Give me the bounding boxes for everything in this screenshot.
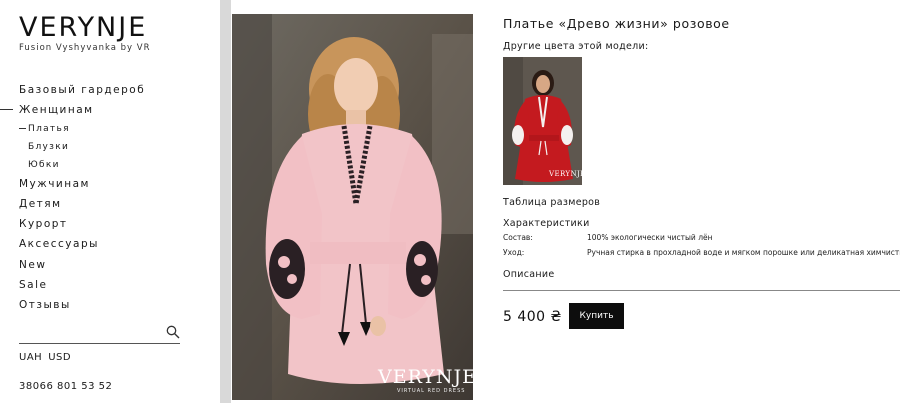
- characteristic-key: Уход:: [503, 248, 525, 257]
- nav-item-reviews[interactable]: Отзывы: [19, 299, 71, 311]
- other-colors-label: Другие цвета этой модели:: [503, 41, 649, 52]
- photo-brand-subtitle: VIRTUAL RED DRESS: [397, 388, 466, 394]
- sidebar: VERYNJE Fusion Vyshyvanka by VR Базовый …: [0, 0, 220, 403]
- phone-number[interactable]: 38066 801 53 52: [19, 381, 112, 392]
- nav-item-blouses[interactable]: Блузки: [28, 142, 69, 152]
- description-toggle[interactable]: Описание: [503, 269, 555, 280]
- product-title: Платье «Древо жизни» розовое: [503, 16, 730, 31]
- product-photo-illustration: [232, 14, 473, 400]
- characteristic-key: Состав:: [503, 233, 533, 242]
- nav-item-dresses[interactable]: Платья: [19, 124, 70, 134]
- nav-item-sale[interactable]: Sale: [19, 279, 47, 291]
- thumbnail-illustration: [503, 57, 582, 185]
- currency-uah[interactable]: UAH: [19, 352, 42, 363]
- currency-switcher: UAH USD: [19, 352, 77, 363]
- characteristics-title: Характеристики: [503, 218, 590, 229]
- brand-tagline: Fusion Vyshyvanka by VR: [19, 43, 151, 53]
- nav-item-resort[interactable]: Курорт: [19, 218, 68, 230]
- size-table-link[interactable]: Таблица размеров: [503, 197, 600, 208]
- search-icon[interactable]: [166, 325, 180, 339]
- characteristic-value: 100% экологически чистый лён: [587, 233, 713, 242]
- active-marker: [0, 109, 13, 110]
- nav-item-kids[interactable]: Детям: [19, 198, 62, 210]
- product-price: 5 400 ₴: [503, 309, 562, 325]
- sub-active-marker: [19, 128, 26, 129]
- buy-button[interactable]: Купить: [569, 303, 624, 329]
- thumbnail-brand-watermark: VERYNJE: [549, 170, 582, 178]
- photo-brand-watermark: VERYNJE: [378, 366, 473, 388]
- search-box: [19, 322, 180, 344]
- nav-item-dresses-label: Платья: [28, 124, 70, 134]
- nav-item-accessories[interactable]: Аксессуары: [19, 238, 99, 250]
- nav-item-skirts[interactable]: Юбки: [28, 160, 60, 170]
- nav-item-women[interactable]: Женщинам: [19, 104, 94, 116]
- characteristic-value: Ручная стирка в прохладной воде и мягком…: [587, 248, 900, 257]
- brand-logo[interactable]: VERYNJE: [19, 12, 147, 43]
- search-input[interactable]: [19, 322, 159, 342]
- nav-item-new[interactable]: New: [19, 259, 46, 271]
- description-divider: [503, 290, 900, 291]
- nav-item-men[interactable]: Мужчинам: [19, 178, 90, 190]
- color-variant-thumbnail-red[interactable]: VERYNJE: [503, 57, 582, 185]
- nav-item-basic-wardrobe[interactable]: Базовый гардероб: [19, 84, 145, 96]
- currency-usd[interactable]: USD: [48, 352, 71, 363]
- sidebar-divider: [220, 0, 231, 403]
- product-main-photo[interactable]: VERYNJE VIRTUAL RED DRESS: [232, 14, 473, 400]
